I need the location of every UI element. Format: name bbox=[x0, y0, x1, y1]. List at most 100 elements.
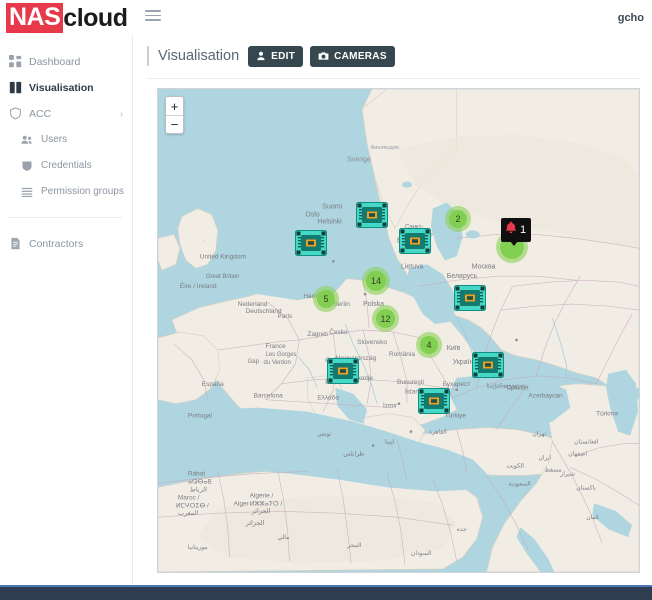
sidebar-item-acc[interactable]: ACC › bbox=[0, 102, 132, 125]
svg-text:France: France bbox=[266, 343, 287, 350]
svg-text:Paris: Paris bbox=[277, 313, 292, 320]
svg-text:საქართველო: საქართველო bbox=[487, 383, 526, 390]
chevron-right-icon: › bbox=[120, 108, 123, 119]
device-marker[interactable] bbox=[454, 285, 486, 311]
map-cluster[interactable]: 5 bbox=[313, 286, 339, 312]
sidebar-divider bbox=[8, 217, 122, 218]
svg-text:Suomi: Suomi bbox=[322, 204, 342, 211]
svg-text:Éire / Ireland: Éire / Ireland bbox=[180, 281, 217, 290]
svg-text:باكستان: باكستان bbox=[576, 484, 596, 491]
page-header: Visualisation EDIT CAMERAS bbox=[133, 36, 652, 76]
svg-text:ⵍⵎⵖⵔⵉⴱ /: ⵍⵎⵖⵔⵉⴱ / bbox=[176, 502, 209, 509]
svg-text:ⵍⵣⵣⴰⵢⵔ /: ⵍⵣⵣⴰⵢⵔ / bbox=[250, 500, 283, 507]
svg-text:موريتانيا: موريتانيا bbox=[188, 544, 208, 551]
user-name-label: gcho bbox=[617, 12, 644, 24]
svg-text:Great Britain: Great Britain bbox=[206, 274, 240, 280]
map-cluster[interactable]: 2 bbox=[445, 206, 471, 232]
svg-text:Nederland: Nederland bbox=[238, 301, 268, 308]
svg-text:Gap: Gap bbox=[248, 359, 260, 365]
svg-text:România: România bbox=[389, 351, 415, 358]
device-marker[interactable] bbox=[472, 352, 504, 378]
cameras-button[interactable]: CAMERAS bbox=[310, 45, 395, 67]
map-cluster[interactable]: 12 bbox=[372, 305, 399, 332]
sidebar-item-contractors[interactable]: Contractors bbox=[0, 232, 132, 255]
svg-text:عُمان: عُمان bbox=[586, 513, 599, 521]
device-marker[interactable] bbox=[295, 230, 327, 256]
map-zoom-controls[interactable]: + − bbox=[165, 96, 184, 134]
svg-text:United Kingdom: United Kingdom bbox=[200, 253, 246, 260]
topbar: NAS cloud gcho bbox=[0, 0, 652, 36]
svg-text:Maroc /: Maroc / bbox=[178, 494, 200, 501]
svg-text:مالي: مالي bbox=[277, 534, 289, 541]
alert-count: 1 bbox=[520, 223, 527, 236]
device-marker[interactable] bbox=[327, 358, 359, 384]
alert-badge[interactable]: 1 bbox=[501, 218, 532, 246]
sidebar-item-permission-groups[interactable]: Permission groups bbox=[0, 180, 132, 203]
badge-icon bbox=[20, 159, 34, 173]
svg-text:Sverige: Sverige bbox=[347, 157, 371, 164]
device-marker[interactable] bbox=[356, 202, 388, 228]
user-menu[interactable]: gcho bbox=[618, 0, 648, 36]
file-icon bbox=[8, 237, 22, 251]
svg-text:القاهرة: القاهرة bbox=[429, 429, 447, 436]
book-icon bbox=[8, 81, 22, 95]
list-icon bbox=[20, 185, 34, 199]
svg-text:المغرب: المغرب bbox=[178, 510, 198, 517]
svg-text:الجزائر: الجزائر bbox=[245, 520, 265, 527]
hamburger-icon[interactable] bbox=[145, 10, 161, 26]
map-cluster[interactable]: 4 bbox=[416, 332, 442, 358]
map-tiles: Suomi Sverige Финляндия Helsinki Санкт- … bbox=[158, 89, 639, 572]
svg-text:España: España bbox=[202, 381, 224, 388]
map-container[interactable]: Suomi Sverige Финляндия Helsinki Санкт- … bbox=[157, 88, 640, 573]
zoom-in-button[interactable]: + bbox=[166, 97, 183, 115]
svg-text:السودان: السودان bbox=[411, 550, 432, 557]
svg-text:مسقط: مسقط bbox=[544, 466, 561, 473]
svg-text:Portugal: Portugal bbox=[188, 413, 212, 420]
svg-text:شیراز: شیراز bbox=[559, 470, 575, 477]
svg-text:Azərbaycan: Azərbaycan bbox=[528, 393, 563, 400]
brand-logo[interactable]: NAS cloud bbox=[6, 2, 128, 34]
alert-badge-tail bbox=[510, 241, 518, 246]
svg-text:du Verdon: du Verdon bbox=[264, 360, 291, 366]
svg-text:Bucureşti: Bucureşti bbox=[397, 379, 424, 386]
sidebar-item-users[interactable]: Users bbox=[0, 128, 132, 151]
device-marker[interactable] bbox=[399, 228, 431, 254]
cluster-count: 5 bbox=[323, 294, 329, 304]
cameras-button-label: CAMERAS bbox=[334, 50, 387, 62]
svg-text:الجزائر: الجزائر bbox=[251, 508, 271, 515]
footer-bar bbox=[0, 585, 652, 600]
sidebar-item-visualisation[interactable]: Visualisation bbox=[0, 76, 132, 99]
svg-text:الرباط: الرباط bbox=[190, 486, 207, 493]
sidebar-item-label: ACC bbox=[29, 107, 52, 120]
svg-text:Zagreb: Zagreb bbox=[307, 331, 328, 338]
bell-icon bbox=[505, 221, 517, 239]
svg-text:ایران: ایران bbox=[538, 454, 551, 461]
page-title-accent bbox=[147, 46, 149, 66]
svg-text:Alger: Alger bbox=[234, 500, 250, 507]
users-icon bbox=[20, 133, 34, 147]
svg-text:Бухарест: Бухарест bbox=[443, 381, 471, 388]
svg-text:تونس: تونس bbox=[317, 432, 331, 438]
svg-text:Москва: Москва bbox=[472, 263, 496, 270]
sidebar-item-credentials[interactable]: Credentials bbox=[0, 154, 132, 177]
map-pin-icon bbox=[256, 51, 266, 61]
svg-text:İzmir: İzmir bbox=[383, 401, 398, 410]
svg-text:Slovensko: Slovensko bbox=[357, 339, 387, 346]
svg-text:Algérie /: Algérie / bbox=[250, 492, 274, 499]
header-divider bbox=[147, 78, 639, 79]
sidebar-item-dashboard[interactable]: Dashboard bbox=[0, 50, 132, 73]
page-title: Visualisation bbox=[158, 48, 240, 64]
svg-text:Київ: Київ bbox=[447, 345, 461, 352]
sidebar-item-label: Visualisation bbox=[29, 81, 94, 94]
sidebar-item-label: Contractors bbox=[29, 237, 84, 250]
edit-button[interactable]: EDIT bbox=[248, 45, 304, 67]
map-cluster[interactable]: 14 bbox=[362, 267, 390, 295]
svg-text:السعودية: السعودية bbox=[509, 480, 532, 487]
svg-text:تهران: تهران bbox=[532, 431, 546, 438]
svg-text:طرابلس: طرابلس bbox=[343, 450, 364, 457]
zoom-out-button[interactable]: − bbox=[166, 115, 183, 133]
svg-text:النيجر: النيجر bbox=[346, 542, 362, 549]
svg-text:Ελλάδα: Ελλάδα bbox=[317, 394, 339, 402]
svg-text:Oslo: Oslo bbox=[305, 211, 319, 218]
device-marker[interactable] bbox=[418, 388, 450, 414]
